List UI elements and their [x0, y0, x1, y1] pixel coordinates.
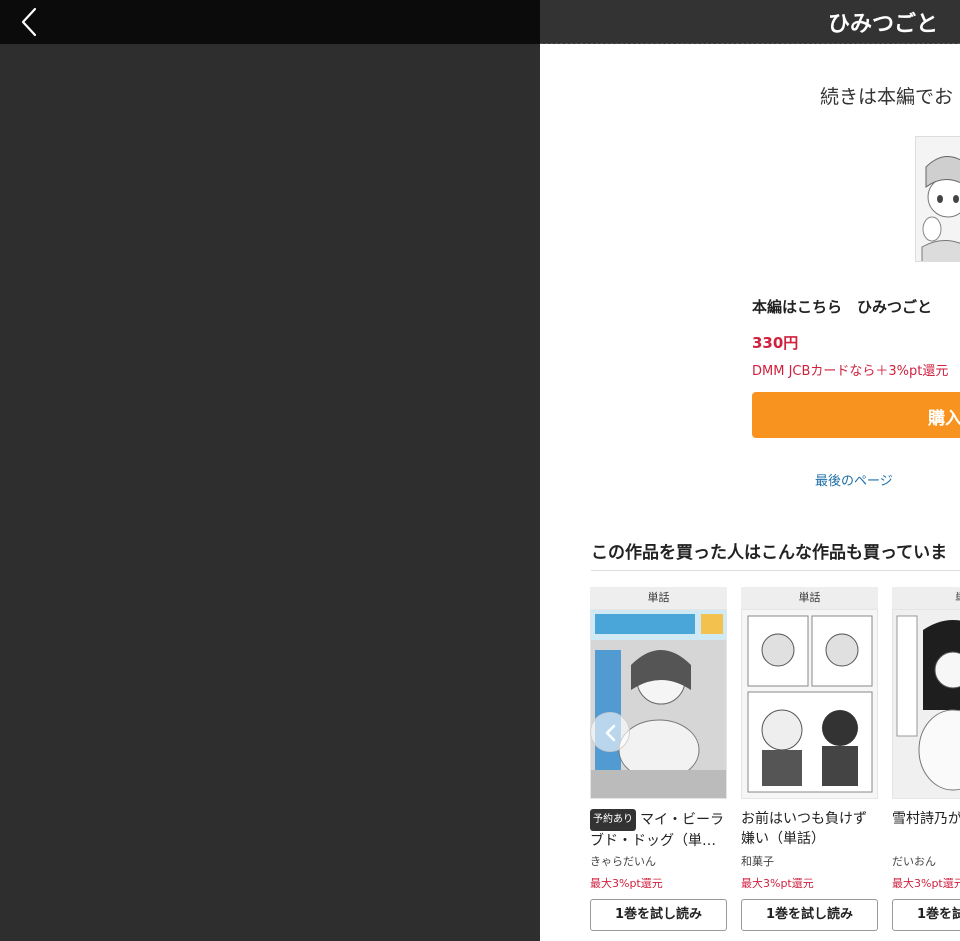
item-point: 最大3%pt還元 [741, 877, 814, 890]
carousel-prev-button[interactable] [590, 712, 630, 752]
item-cover[interactable] [590, 609, 727, 799]
recommendation-item[interactable]: 単 雪村詩乃がい（単話） だいおん 最大3%pt還元 1巻を試し読み [892, 587, 960, 931]
recommendation-item[interactable]: 単話 予約あり マイ・ビーラブド・ドッグ（単… きゃらだいん 最大3%pt還元 1… [590, 587, 727, 931]
price: 330円 [752, 334, 799, 352]
divider [591, 570, 960, 571]
cover-illustration [591, 610, 726, 798]
item-tag: 単話 [590, 587, 727, 609]
main-story-label: 本編はこちら ひみつごと [752, 298, 933, 316]
item-author[interactable]: だいおん [892, 853, 960, 869]
item-cover[interactable] [741, 609, 878, 799]
chevron-left-icon [605, 724, 616, 742]
book-cover[interactable] [915, 136, 960, 262]
trial-read-button[interactable]: 1巻を試し読み [741, 899, 878, 931]
cover-illustration [742, 610, 877, 798]
top-bar-left [0, 0, 540, 44]
continue-text: 続きは本編でお [820, 86, 954, 108]
item-title[interactable]: お前はいつも負けず嫌い（単話） [741, 809, 878, 849]
buy-button[interactable]: 購入 [752, 392, 960, 438]
item-author[interactable]: 和菓子 [741, 853, 878, 869]
item-point: 最大3%pt還元 [590, 877, 663, 890]
item-tag: 単 [892, 587, 960, 609]
trial-read-button[interactable]: 1巻を試し読み [590, 899, 727, 931]
item-title[interactable]: 予約あり マイ・ビーラブド・ドッグ（単… [590, 809, 727, 849]
recommendations-heading: この作品を買った人はこんな作品も買っていま [591, 543, 948, 563]
chevron-left-icon [21, 7, 37, 37]
item-title[interactable]: 雪村詩乃がい（単話） [892, 809, 960, 849]
cover-illustration [893, 610, 960, 798]
top-bar: ひみつごと [0, 0, 960, 44]
page-title: ひみつごと [828, 12, 939, 37]
cover-illustration [916, 137, 960, 261]
end-of-sample-panel: 続きは本編でお 本編はこちら ひみつごと 330円 DMM JCBカードなら＋3… [540, 44, 960, 941]
back-button[interactable] [14, 6, 46, 38]
reservation-badge: 予約あり [590, 809, 636, 831]
item-author[interactable]: きゃらだいん [590, 853, 727, 869]
last-page-link[interactable]: 最後のページ [815, 470, 893, 489]
recommendation-item[interactable]: 単話 お前はいつも負けず嫌い（単話） 和菓子 最大3%pt還元 1巻を試し読み [741, 587, 878, 931]
reader-blank-pane [0, 44, 540, 941]
buy-button-label: 購入 [928, 409, 960, 429]
item-tag: 単話 [741, 587, 878, 609]
item-point: 最大3%pt還元 [892, 877, 960, 890]
item-cover[interactable] [892, 609, 960, 799]
card-point-note: DMM JCBカードなら＋3%pt還元 [752, 364, 949, 379]
trial-read-button[interactable]: 1巻を試し読み [892, 899, 960, 931]
